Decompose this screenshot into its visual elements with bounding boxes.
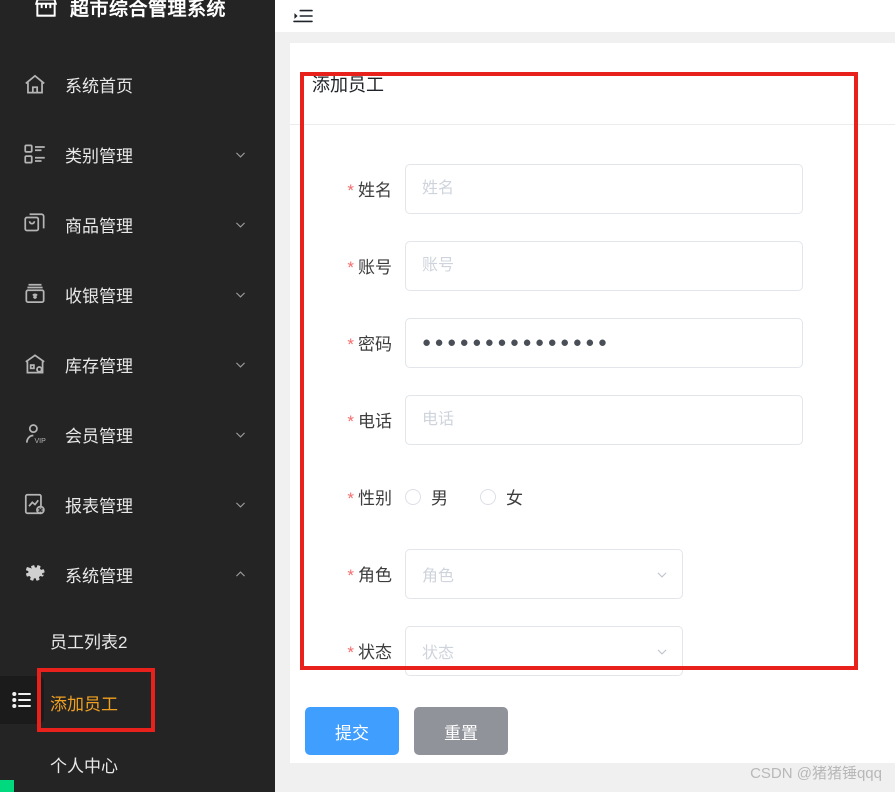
gender-radio-male[interactable]: 男 [405,484,448,509]
radio-circle-icon [480,488,496,505]
sidebar-item-label: 会员管理 [65,426,133,446]
label-text: 密码 [358,335,392,354]
reset-button[interactable]: 重置 [414,707,508,755]
goods-icon [22,211,65,237]
label-phone: * 电话 [290,407,405,432]
form-row-gender: * 性别 男 女 [290,458,895,535]
cashier-icon [22,281,65,307]
role-select[interactable]: 角色 [405,548,683,599]
phone-input[interactable] [405,394,803,445]
password-input[interactable]: ●●●●●●●●●●●●●●● [405,317,803,368]
account-input[interactable] [405,240,803,291]
report-icon [22,491,65,517]
brand[interactable]: 超市综合管理系统 [0,0,275,22]
sidebar-item-label: 收银管理 [65,286,133,306]
label-text: 状态 [358,643,392,662]
radio-label: 男 [431,489,448,508]
sidebar-subitem-label: 个人中心 [50,756,118,776]
sidebar-subitem-profile[interactable]: 个人中心 [0,733,275,792]
gender-radio-female[interactable]: 女 [480,484,523,509]
required-marker: * [347,181,354,200]
sidebar-item-member[interactable]: VIP 会员管理 [0,399,275,469]
sidebar-subitem-label: 添加员工 [50,694,118,714]
form-row-phone: * 电话 [290,381,895,458]
form-row-name: * 姓名 [290,150,895,227]
add-employee-form: *姓名 *账号 *密码 ●●●●●●●●●●●●●●● [290,125,895,755]
topbar [275,0,895,32]
sidebar-item-goods[interactable]: 商品管理 [0,189,275,259]
form-row-password: * 密码 ●●●●●●●●●●●●●●● [290,304,895,381]
form-row-role: * 角色 角色 [290,535,895,612]
label-password: * 密码 [290,330,405,355]
required-marker: * [347,258,354,277]
sidebar-item-label: 系统首页 [65,76,133,96]
form-actions: 提交 重置 [290,689,895,755]
required-marker: * [347,489,354,508]
sidebar-item-cashier[interactable]: 收银管理 [0,259,275,329]
name-input[interactable] [405,163,803,214]
warehouse-icon [22,351,65,377]
sidebar-item-report[interactable]: 报表管理 [0,469,275,539]
sidebar-item-label: 商品管理 [65,216,133,236]
status-select[interactable]: 状态 [405,625,683,676]
sidebar-item-inventory[interactable]: 库存管理 [0,329,275,399]
label-text: 姓名 [358,181,392,200]
sidebar: 超市综合管理系统 系统首页 类别管理 商品管理 收银管理 库存管理 VIP 会员… [0,0,275,792]
sidebar-item-label: 报表管理 [65,496,133,516]
sidebar-item-label: 库存管理 [65,356,133,376]
sidebar-item-label: 系统管理 [65,566,133,586]
label-gender: * 性别 [290,484,405,509]
radio-label: 女 [506,489,523,508]
list-icon-tab[interactable] [0,676,44,724]
main-area: 添加员工 *姓名 *账号 [275,0,895,792]
home-icon [22,71,65,97]
radio-circle-icon [405,488,421,505]
sidebar-item-category[interactable]: 类别管理 [0,119,275,189]
list-icon [10,688,34,712]
status-indicator [0,780,14,792]
sidebar-subitem-employee-list[interactable]: 员工列表2 [0,609,275,671]
brand-title: 超市综合管理系统 [70,0,227,20]
label-role: * 角色 [290,561,405,586]
vip-icon: VIP [22,421,65,447]
card-header: 添加员工 [290,43,895,125]
form-card: 添加员工 *姓名 *账号 [290,43,895,763]
label-name: * 姓名 [290,176,405,201]
label-text: 账号 [358,258,392,277]
svg-text:VIP: VIP [34,438,46,445]
shop-icon [33,0,59,20]
label-text: 电话 [358,412,392,431]
status-select-wrap: 状态 [405,625,683,676]
label-text: 角色 [358,566,392,585]
label-text: 性别 [358,489,392,508]
watermark: CSDN @猪猪锤qqq [750,765,882,782]
required-marker: * [347,566,354,585]
category-icon [22,141,65,167]
required-marker: * [347,335,354,354]
app-root: 超市综合管理系统 系统首页 类别管理 商品管理 收银管理 库存管理 VIP 会员… [0,0,895,792]
gear-icon [22,561,65,587]
required-marker: * [347,412,354,431]
menu-fold-icon[interactable] [275,7,314,25]
gender-radio-group: 男 女 [405,484,555,509]
form-row-status: * 状态 状态 [290,612,895,689]
label-status: * 状态 [290,638,405,663]
sidebar-subitem-label: 员工列表2 [50,632,128,652]
role-select-wrap: 角色 [405,548,683,599]
sidebar-item-system[interactable]: 系统管理 [0,539,275,609]
sidebar-item-home[interactable]: 系统首页 [0,49,275,119]
sidebar-item-label: 类别管理 [65,146,133,166]
required-marker: * [347,643,354,662]
page-title: 添加员工 [312,74,384,95]
submit-button[interactable]: 提交 [305,707,399,755]
label-account: * 账号 [290,253,405,278]
form-row-account: * 账号 [290,227,895,304]
